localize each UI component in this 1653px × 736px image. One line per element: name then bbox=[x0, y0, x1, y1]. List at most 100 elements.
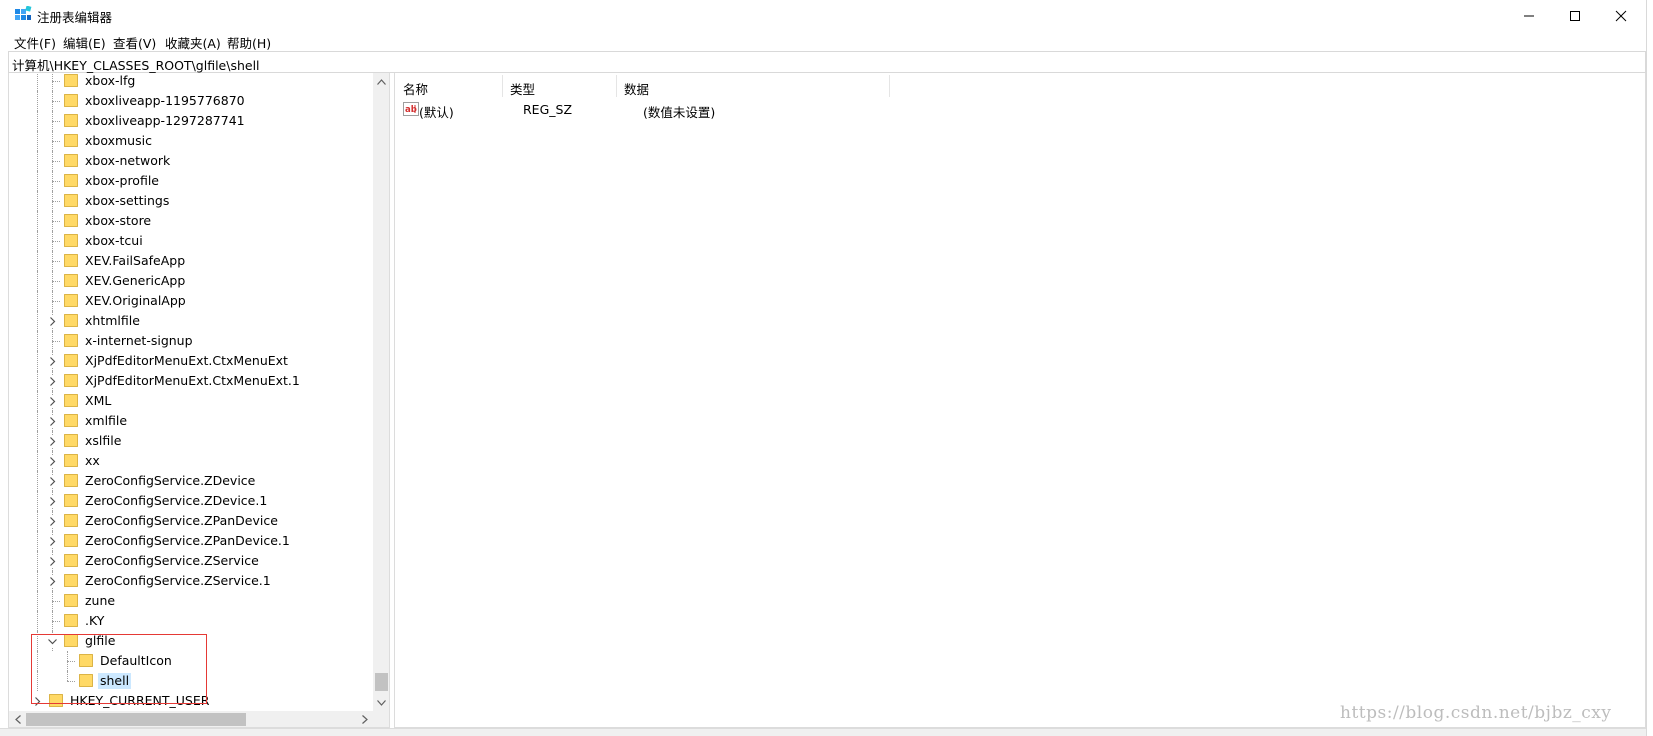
folder-icon bbox=[64, 294, 78, 307]
tree-node[interactable]: .KY bbox=[9, 611, 373, 631]
tree-node-label: XjPdfEditorMenuExt.CtxMenuExt bbox=[85, 353, 288, 368]
address-bar[interactable]: 计算机\HKEY_CLASSES_ROOT\glfile\shell bbox=[8, 51, 1646, 73]
tree-node[interactable]: x-internet-signup bbox=[9, 331, 373, 351]
scroll-thumb[interactable] bbox=[375, 673, 388, 691]
tree-connector-line bbox=[37, 231, 38, 251]
tree-node[interactable]: XEV.FailSafeApp bbox=[9, 251, 373, 271]
scroll-thumb-horizontal[interactable] bbox=[26, 713, 246, 726]
tree-node[interactable]: xbox-lfg bbox=[9, 73, 373, 91]
tree-node[interactable]: XML bbox=[9, 391, 373, 411]
expand-toggle[interactable] bbox=[32, 695, 42, 707]
tree-node[interactable]: ZeroConfigService.ZService.1 bbox=[9, 571, 373, 591]
expand-toggle[interactable] bbox=[47, 575, 57, 587]
tree-node[interactable]: xmlfile bbox=[9, 411, 373, 431]
tree-node[interactable]: xslfile bbox=[9, 431, 373, 451]
expand-toggle[interactable] bbox=[47, 495, 57, 507]
folder-icon bbox=[64, 614, 78, 627]
column-separator[interactable] bbox=[889, 75, 890, 97]
tree-node[interactable]: ZeroConfigService.ZDevice.1 bbox=[9, 491, 373, 511]
expand-toggle[interactable] bbox=[47, 375, 57, 387]
tree-node[interactable]: glfile bbox=[9, 631, 373, 651]
tree-node[interactable]: XjPdfEditorMenuExt.CtxMenuExt bbox=[9, 351, 373, 371]
expand-toggle[interactable] bbox=[47, 475, 57, 487]
tree-node[interactable]: XjPdfEditorMenuExt.CtxMenuExt.1 bbox=[9, 371, 373, 391]
folder-icon bbox=[64, 314, 78, 327]
expand-toggle[interactable] bbox=[47, 535, 57, 547]
tree-node[interactable]: DefaultIcon bbox=[9, 651, 373, 671]
tree-node[interactable]: XEV.OriginalApp bbox=[9, 291, 373, 311]
tree-node[interactable]: ZeroConfigService.ZPanDevice.1 bbox=[9, 531, 373, 551]
expand-toggle[interactable] bbox=[47, 415, 57, 427]
menu-edit[interactable]: 编辑(E) bbox=[61, 33, 108, 52]
folder-icon bbox=[64, 234, 78, 247]
tree-connector-line bbox=[52, 621, 60, 622]
title-bar[interactable]: 注册表编辑器 bbox=[0, 0, 1646, 31]
scroll-down-button[interactable] bbox=[373, 694, 389, 711]
tree-node[interactable]: ZeroConfigService.ZService bbox=[9, 551, 373, 571]
tree-node[interactable]: shell bbox=[9, 671, 373, 691]
expand-toggle[interactable] bbox=[47, 435, 57, 447]
tree-vertical-scrollbar[interactable] bbox=[373, 73, 389, 711]
tree-node[interactable]: xboxliveapp-1195776870 bbox=[9, 91, 373, 111]
close-icon bbox=[1615, 10, 1627, 21]
folder-icon bbox=[49, 694, 63, 707]
collapse-toggle[interactable] bbox=[47, 635, 57, 647]
column-header-type[interactable]: 类型 bbox=[502, 73, 616, 99]
tree-node[interactable]: xbox-profile bbox=[9, 171, 373, 191]
maximize-button[interactable] bbox=[1552, 0, 1598, 31]
tree-connector-line bbox=[52, 141, 60, 142]
scroll-right-button[interactable] bbox=[356, 711, 373, 727]
tree-node[interactable]: xx bbox=[9, 451, 373, 471]
tree-node[interactable]: xboxmusic bbox=[9, 131, 373, 151]
expand-toggle[interactable] bbox=[47, 315, 57, 327]
tree-node[interactable]: ZeroConfigService.ZPanDevice bbox=[9, 511, 373, 531]
tree-node-label: xmlfile bbox=[85, 413, 128, 428]
column-header-data[interactable]: 数据 bbox=[616, 73, 889, 99]
tree-node[interactable]: zune bbox=[9, 591, 373, 611]
expand-toggle[interactable] bbox=[47, 555, 57, 567]
key-tree-pane: xbox-lfg xboxliveapp-1195776870 xboxliveap… bbox=[8, 73, 390, 728]
value-row[interactable]: ab (默认) REG_SZ (数值未设置) bbox=[395, 100, 1645, 120]
menu-view[interactable]: 查看(V) bbox=[111, 33, 158, 52]
expand-toggle[interactable] bbox=[47, 355, 57, 367]
menu-file[interactable]: 文件(F) bbox=[12, 33, 58, 52]
expand-toggle[interactable] bbox=[47, 515, 57, 527]
tree-node-label: xhtmlfile bbox=[85, 313, 140, 328]
folder-icon bbox=[79, 654, 93, 667]
tree-connector-line bbox=[52, 341, 60, 342]
tree-node[interactable]: XEV.GenericApp bbox=[9, 271, 373, 291]
scroll-up-button[interactable] bbox=[373, 73, 389, 90]
tree-node[interactable]: xbox-network bbox=[9, 151, 373, 171]
scroll-left-button[interactable] bbox=[9, 711, 26, 727]
tree-connector-line bbox=[37, 311, 38, 331]
minimize-button[interactable] bbox=[1506, 0, 1552, 31]
column-header-name[interactable]: 名称 bbox=[395, 73, 502, 99]
window-border bbox=[1646, 0, 1647, 736]
tree-connector-line bbox=[37, 471, 38, 491]
expand-toggle[interactable] bbox=[47, 395, 57, 407]
folder-icon bbox=[64, 494, 78, 507]
tree-connector-line bbox=[52, 241, 60, 242]
tree-connector-line bbox=[37, 351, 38, 371]
folder-icon bbox=[64, 594, 78, 607]
folder-icon bbox=[64, 454, 78, 467]
chevron-right-icon bbox=[49, 496, 55, 506]
tree-node[interactable]: xbox-settings bbox=[9, 191, 373, 211]
tree-horizontal-scrollbar[interactable] bbox=[9, 711, 373, 727]
tree-node[interactable]: HKEY_CURRENT_USER bbox=[9, 691, 373, 711]
menu-help[interactable]: 帮助(H) bbox=[225, 33, 273, 52]
folder-icon bbox=[64, 174, 78, 187]
close-button[interactable] bbox=[1598, 0, 1644, 31]
tree-connector-line bbox=[37, 211, 38, 231]
menu-favorites[interactable]: 收藏夹(A) bbox=[163, 33, 223, 52]
tree-node-label: xbox-store bbox=[85, 213, 152, 228]
tree-node[interactable]: xboxliveapp-1297287741 bbox=[9, 111, 373, 131]
tree-node[interactable]: ZeroConfigService.ZDevice bbox=[9, 471, 373, 491]
tree-node[interactable]: xbox-store bbox=[9, 211, 373, 231]
value-type: REG_SZ bbox=[523, 102, 573, 117]
tree-node[interactable]: xbox-tcui bbox=[9, 231, 373, 251]
tree-node-label: ZeroConfigService.ZPanDevice bbox=[85, 513, 278, 528]
tree-node[interactable]: xhtmlfile bbox=[9, 311, 373, 331]
expand-toggle[interactable] bbox=[47, 455, 57, 467]
tree-connector-line bbox=[37, 371, 38, 391]
